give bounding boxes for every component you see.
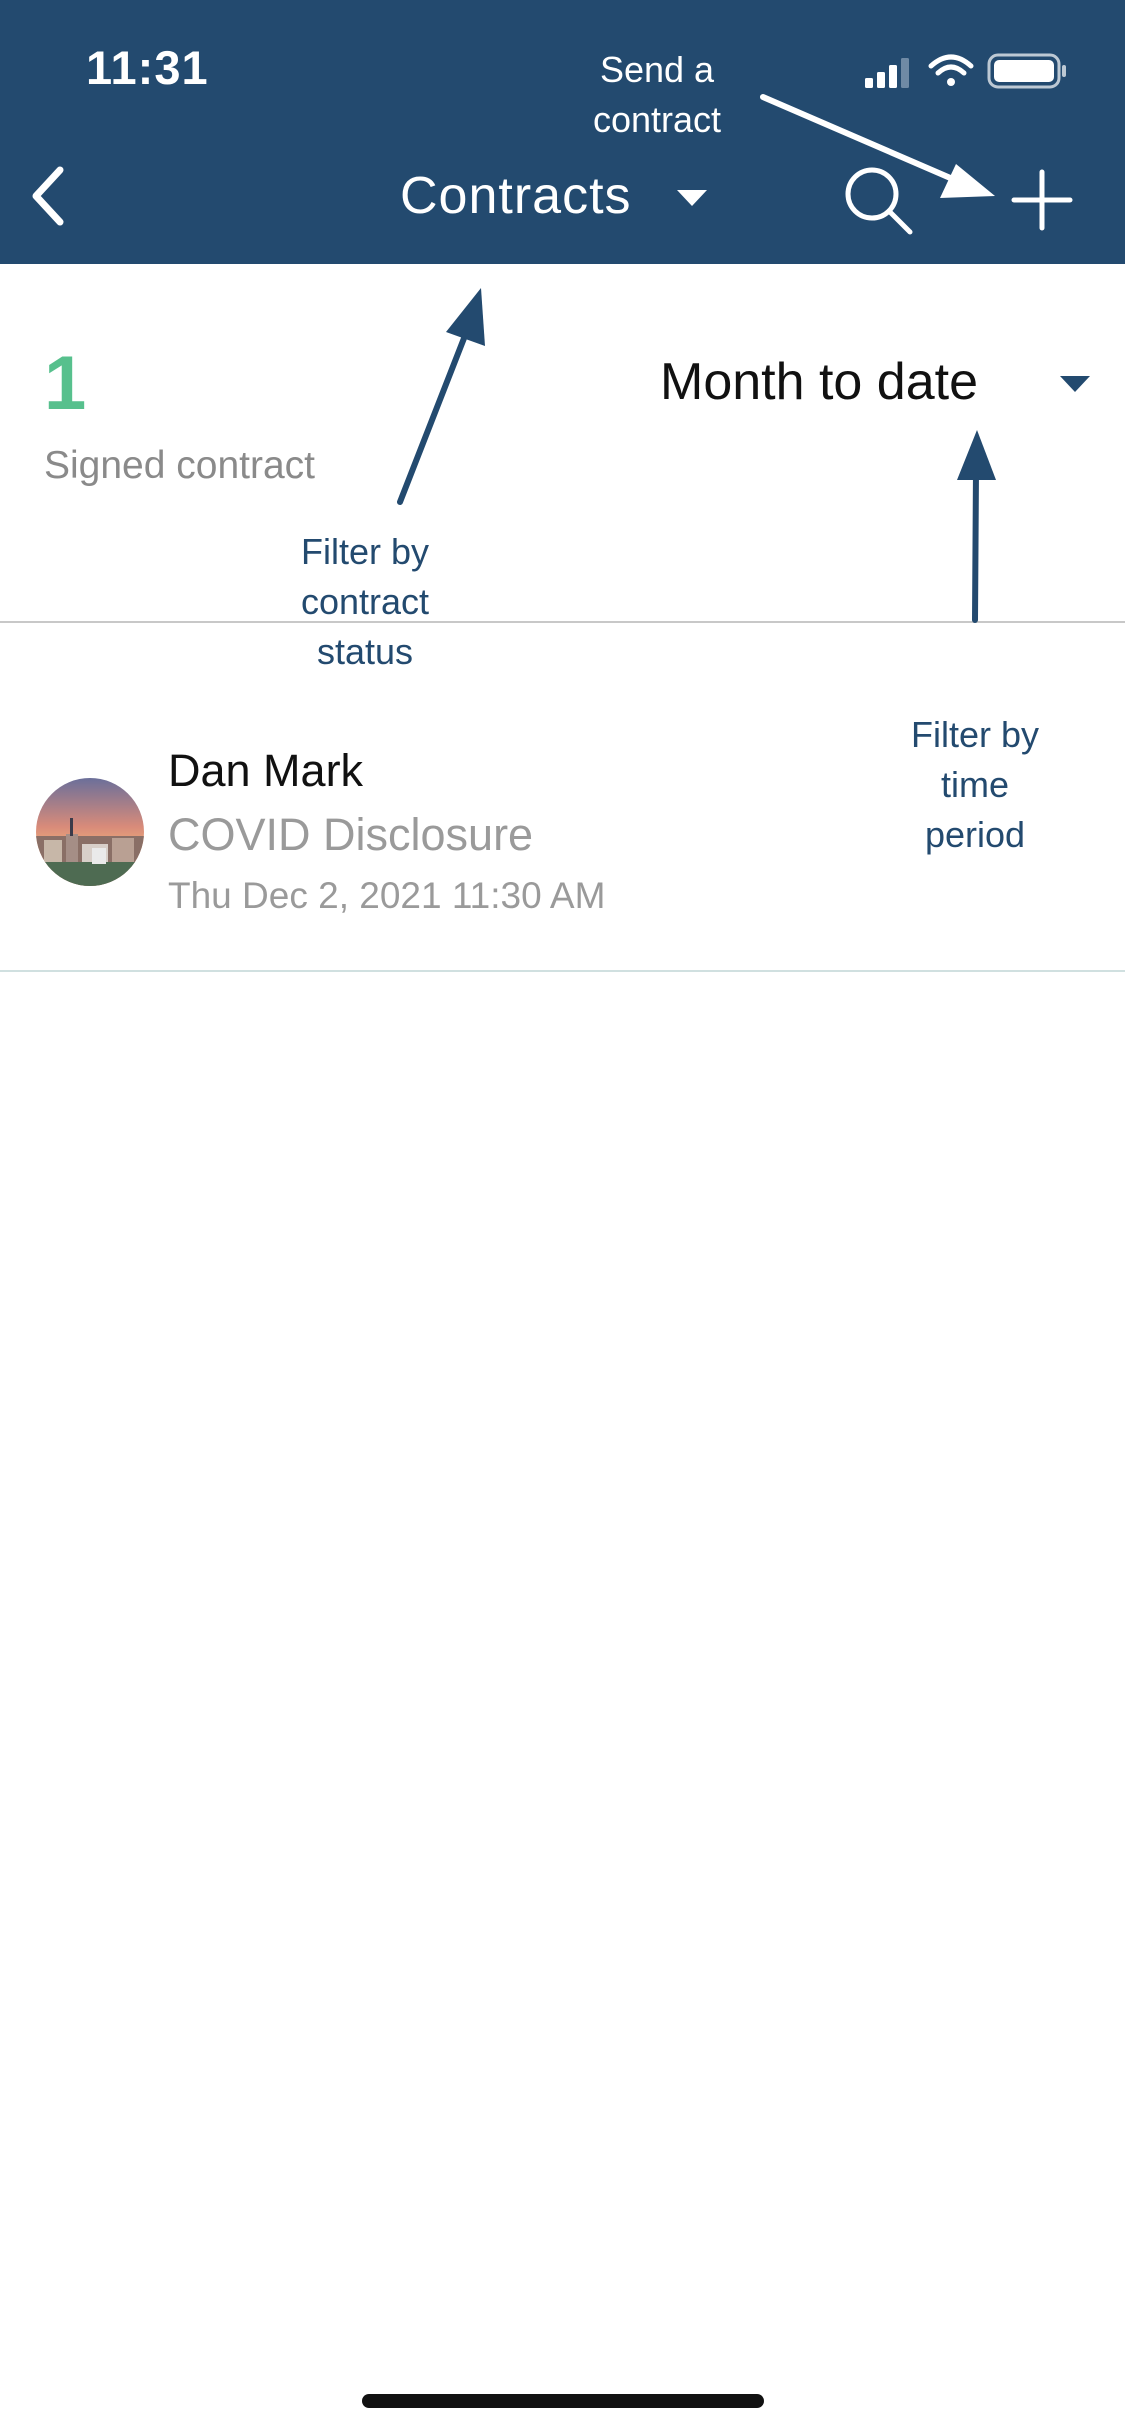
home-indicator[interactable] xyxy=(362,2394,764,2408)
signed-contract-count: 1 xyxy=(44,341,87,426)
time-period-filter[interactable]: Month to date xyxy=(660,352,1090,416)
contract-date: Thu Dec 2, 2021 11:30 AM xyxy=(168,875,606,916)
arrow-to-period-filter xyxy=(957,430,996,623)
arrow-to-title-filter xyxy=(397,288,485,505)
divider xyxy=(0,970,1125,972)
caret-down-icon xyxy=(1060,376,1090,392)
annotation-filter-period: Filter by time period xyxy=(910,714,1040,855)
search-icon xyxy=(845,167,913,235)
battery-icon xyxy=(987,53,1066,89)
back-button[interactable] xyxy=(20,162,80,230)
time-period-label: Month to date xyxy=(660,353,978,411)
caret-down-icon[interactable] xyxy=(677,190,707,208)
avatar xyxy=(36,778,144,886)
wifi-icon xyxy=(928,54,974,86)
add-contract-button[interactable] xyxy=(1010,168,1074,232)
status-bar-icons xyxy=(865,53,1066,89)
signed-contract-label: Signed contract xyxy=(44,444,316,487)
status-bar-time: 11:31 xyxy=(86,41,209,94)
avatar-image xyxy=(36,778,144,886)
chevron-left-icon xyxy=(32,166,64,226)
search-button[interactable] xyxy=(842,164,914,236)
contract-title: COVID Disclosure xyxy=(168,809,534,860)
annotation-send-contract: Send a contract xyxy=(592,49,722,140)
annotation-filter-status: Filter by contract status xyxy=(300,531,430,672)
cellular-signal-icon xyxy=(865,58,909,88)
contact-name: Dan Mark xyxy=(168,745,364,796)
contracts-filter-title[interactable]: Contracts xyxy=(400,166,632,226)
plus-icon xyxy=(1011,169,1073,231)
